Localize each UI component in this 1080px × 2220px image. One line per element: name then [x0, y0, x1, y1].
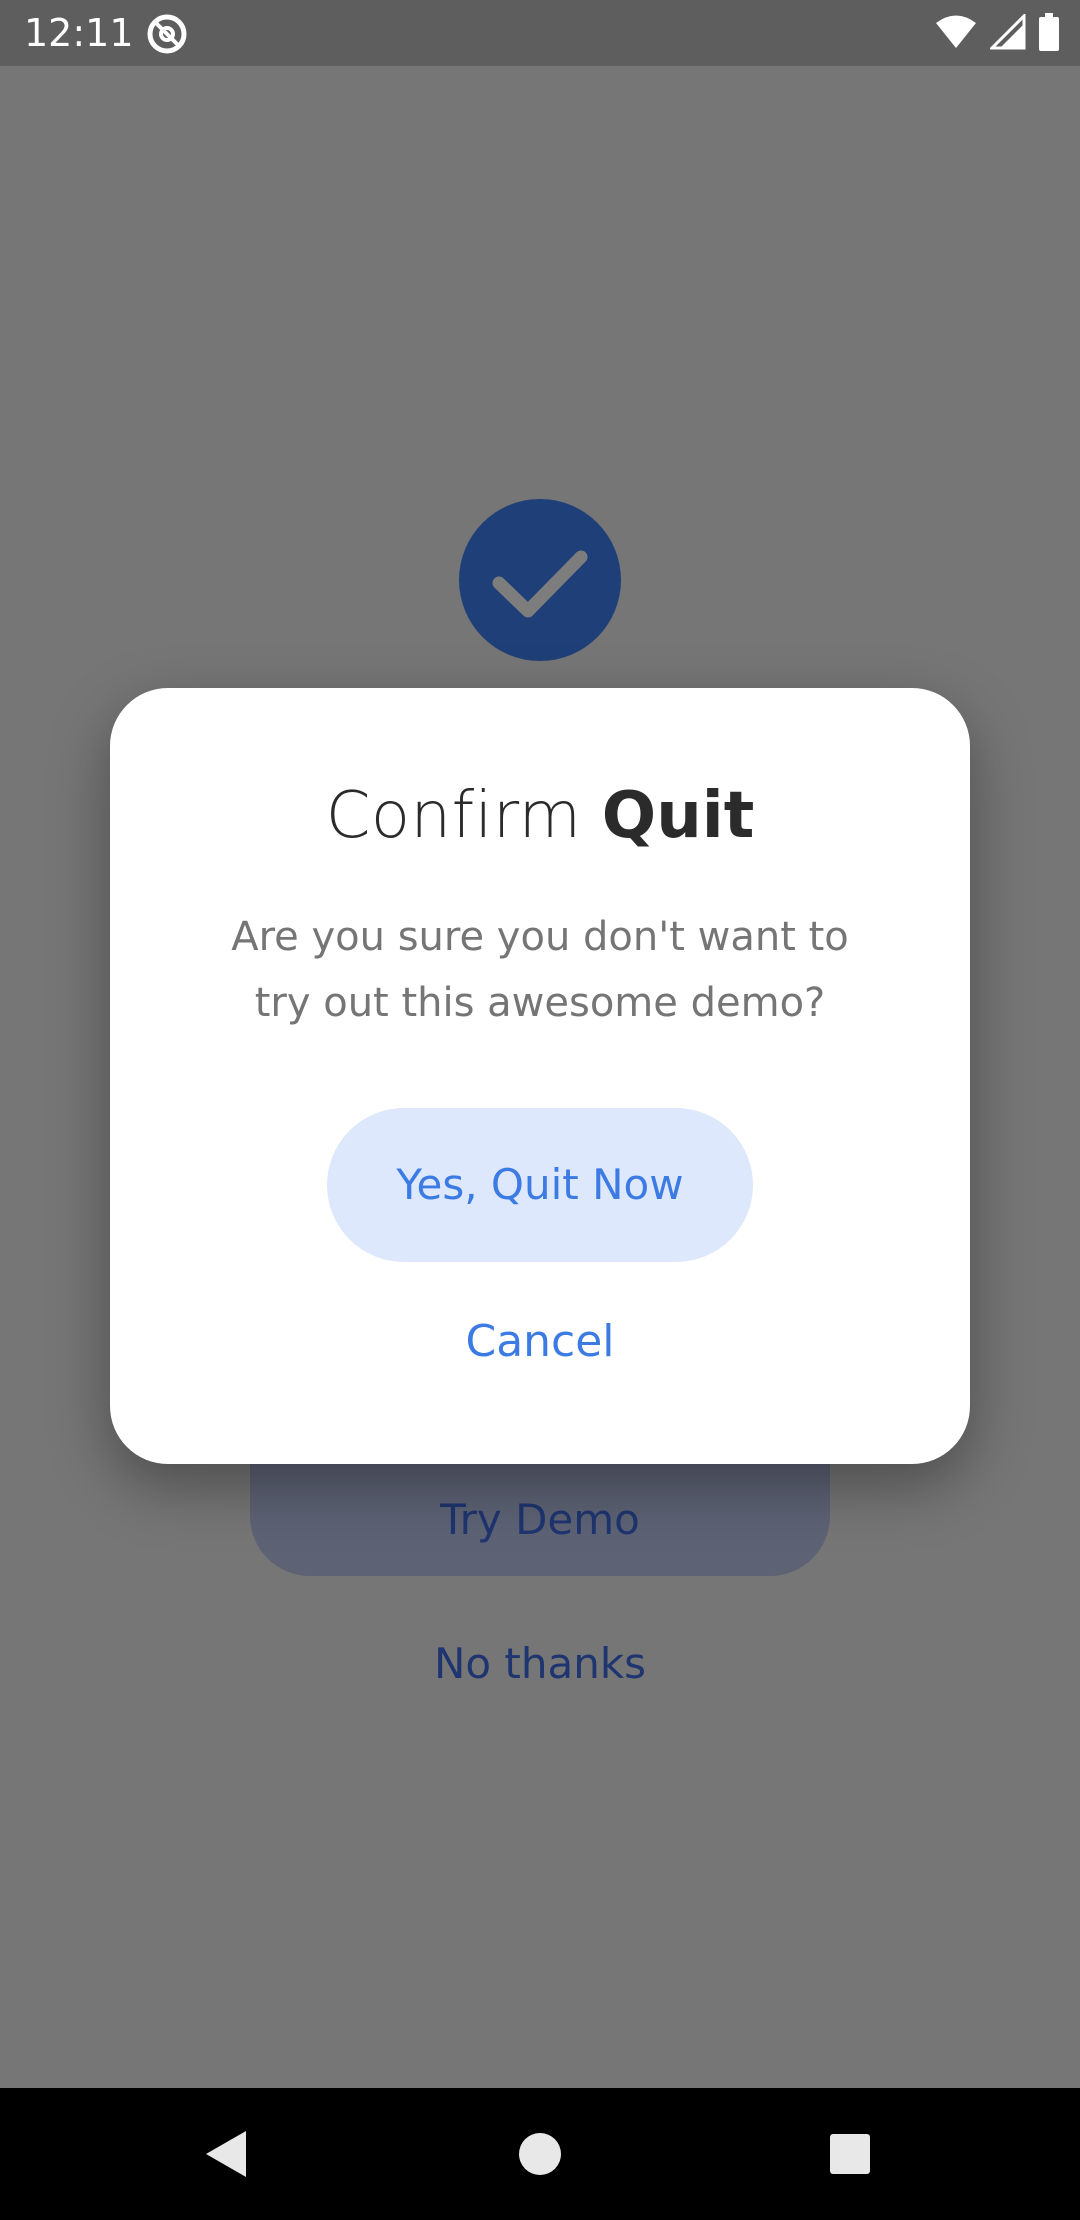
checkmark-icon [459, 499, 621, 661]
status-bar: 12:11 [0, 0, 1080, 66]
dialog-message: Are you sure you don't want to try out t… [231, 914, 849, 1026]
try-demo-label: Try Demo [440, 1495, 640, 1544]
back-icon[interactable] [160, 2088, 292, 2220]
dialog-title-prefix: Confirm [325, 779, 582, 853]
wifi-icon [934, 14, 978, 54]
home-icon[interactable] [474, 2088, 606, 2220]
at-sign-icon [146, 13, 188, 55]
navigation-bar [0, 2088, 1080, 2220]
cancel-button[interactable]: Cancel [110, 1312, 970, 1372]
yes-quit-now-label: Yes, Quit Now [396, 1160, 684, 1209]
cellular-signal-icon [988, 12, 1026, 54]
status-icons [934, 12, 1060, 55]
recents-icon[interactable] [784, 2088, 916, 2220]
confirm-quit-dialog: Confirm Quit Are you sure you don't want… [110, 688, 970, 1464]
battery-icon [1038, 13, 1060, 55]
dialog-title-emphasis: Quit [601, 779, 755, 853]
no-thanks-link[interactable]: No thanks [0, 1634, 1080, 1694]
yes-quit-now-button[interactable]: Yes, Quit Now [327, 1108, 753, 1262]
dialog-title: Confirm Quit [110, 776, 970, 856]
status-time: 12:11 [24, 11, 134, 55]
